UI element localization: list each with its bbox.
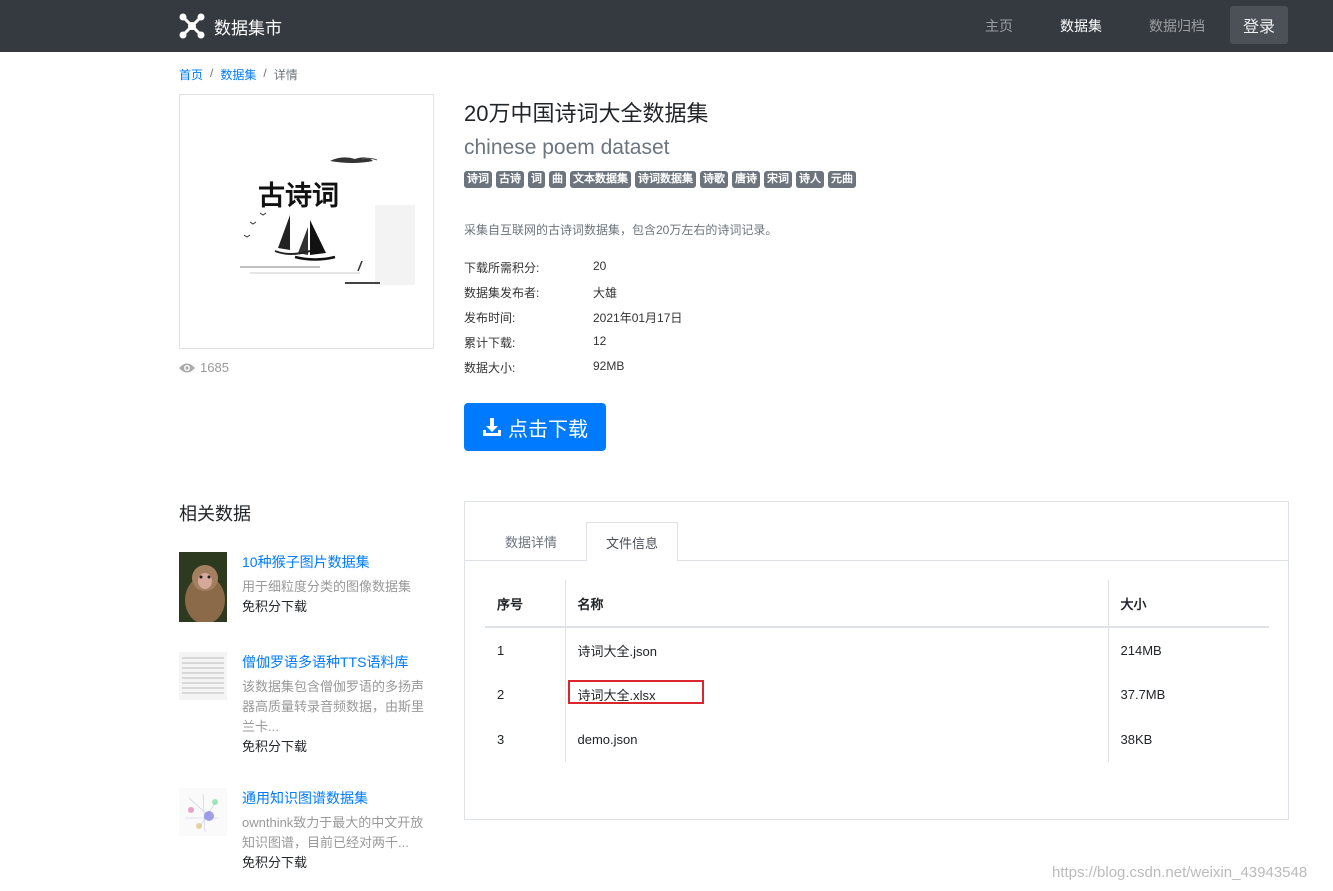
download-icon [483, 418, 501, 436]
dataset-title: 20万中国诗词大全数据集 [464, 101, 709, 126]
tag-badge[interactable]: 诗歌 [700, 171, 728, 188]
view-count-value: 1685 [200, 360, 229, 375]
related-item-tag: 免积分下载 [242, 599, 308, 614]
file-size: 37.7MB [1120, 687, 1166, 702]
brand[interactable]: 数据集市 [179, 12, 282, 40]
dataset-description: 采集自互联网的古诗词数据集，包含20万左右的诗词记录。 [464, 223, 778, 237]
meta-row: 下载所需积分: 20 [464, 259, 682, 284]
monkey-thumbnail[interactable] [179, 552, 227, 622]
related-item-name[interactable]: 通用知识图谱数据集 [242, 788, 432, 808]
tag-badge[interactable]: 宋词 [764, 171, 792, 188]
meta-value: 大雄 [593, 286, 618, 300]
related-title: 相关数据 [179, 504, 251, 524]
related-item-desc: ownthink致力于最大的中文开放知识图谱，目前已经对两千... [242, 815, 424, 850]
tab-data-details[interactable]: 数据详情 [486, 522, 576, 561]
nav-archive[interactable]: 数据归档 [1149, 16, 1205, 36]
related-item[interactable]: 10种猴子图片数据集 用于细粒度分类的图像数据集 免积分下载 [179, 552, 439, 622]
eye-icon [179, 363, 195, 372]
meta-label: 发布时间: [464, 311, 516, 325]
download-button[interactable]: 点击下载 [464, 403, 606, 451]
column-header-size: 大小 [1108, 580, 1269, 628]
tag-badge[interactable]: 诗词数据集 [635, 171, 696, 188]
file-index: 3 [485, 717, 566, 762]
breadcrumb-home[interactable]: 首页 [179, 66, 203, 83]
tag-badge[interactable]: 诗词 [464, 171, 492, 188]
breadcrumb-datasets[interactable]: 数据集 [220, 66, 256, 83]
file-name: 诗词大全.json [565, 627, 1109, 672]
column-header-index: 序号 [485, 580, 566, 628]
login-button[interactable]: 登录 [1230, 6, 1288, 44]
table-row: 1 诗词大全.json 214MB [485, 627, 1269, 672]
table-header-row: 序号 名称 大小 [485, 580, 1269, 628]
file-size: 214MB [1120, 642, 1162, 658]
breadcrumb: 首页 / 数据集 / 详情 [179, 66, 298, 83]
related-item-desc: 用于细粒度分类的图像数据集 [242, 579, 412, 594]
tag-badge[interactable]: 曲 [549, 171, 566, 188]
dataset-subtitle: chinese poem dataset [464, 136, 670, 159]
tag-badge[interactable]: 元曲 [828, 171, 856, 188]
related-item-desc: 该数据集包含僧伽罗语的多扬声器高质量转录音频数据，由斯里兰卡... [242, 679, 425, 734]
column-header-name: 名称 [565, 580, 1109, 628]
related-item-name[interactable]: 僧伽罗语多语种TTS语料库 [242, 652, 432, 672]
related-item[interactable]: 僧伽罗语多语种TTS语料库 该数据集包含僧伽罗语的多扬声器高质量转录音频数据，由… [179, 652, 439, 762]
cover-title-text: 古诗词 [258, 181, 339, 212]
file-size: 38KB [1120, 732, 1153, 747]
tag-badge[interactable]: 文本数据集 [570, 171, 631, 188]
text-document-thumbnail[interactable] [179, 652, 227, 700]
tag-badge[interactable]: 诗人 [796, 171, 824, 188]
file-table: 序号 名称 大小 1 诗词大全.json 214MB 2 诗词大全.xlsx 3… [485, 580, 1269, 762]
nav-datasets[interactable]: 数据集 [1060, 16, 1102, 36]
breadcrumb-separator: / [210, 66, 214, 80]
related-item-tag: 免积分下载 [242, 855, 308, 870]
table-row: 3 demo.json 38KB [485, 717, 1269, 762]
meta-label: 下载所需积分: [464, 261, 540, 275]
meta-value: 2021年01月17日 [593, 311, 683, 325]
related-item-tag: 免积分下载 [242, 739, 308, 754]
dataset-meta: 下载所需积分: 20 数据集发布者: 大雄 发布时间: 2021年01月17日 … [464, 259, 682, 384]
meta-row: 数据大小: 92MB [464, 359, 682, 384]
file-index: 1 [485, 627, 566, 672]
tag-list: 诗词 古诗 词 曲 文本数据集 诗词数据集 诗歌 唐诗 宋词 诗人 元曲 [464, 171, 856, 188]
breadcrumb-current: 详情 [273, 68, 298, 82]
navbar: 数据集市 主页 数据集 数据归档 登录 [0, 0, 1333, 52]
related-item-name[interactable]: 10种猴子图片数据集 [242, 552, 432, 572]
highlight-annotation-box [568, 680, 704, 704]
tag-badge[interactable]: 唐诗 [732, 171, 760, 188]
meta-row: 累计下载: 12 [464, 334, 682, 359]
breadcrumb-separator: / [263, 66, 267, 80]
meta-row: 数据集发布者: 大雄 [464, 284, 682, 309]
meta-value: 92MB [593, 359, 625, 373]
view-count: 1685 [179, 360, 229, 375]
meta-row: 发布时间: 2021年01月17日 [464, 309, 682, 334]
details-panel: 数据详情 文件信息 序号 名称 大小 1 诗词大全.json 214MB 2 诗… [464, 501, 1289, 820]
meta-label: 累计下载: [464, 336, 516, 350]
dataset-cover-image: 古诗词 [179, 94, 434, 349]
tab-file-info[interactable]: 文件信息 [586, 522, 678, 562]
network-logo-icon [179, 13, 205, 39]
file-index: 2 [485, 672, 566, 717]
brand-name: 数据集市 [214, 18, 282, 38]
meta-label: 数据集发布者: [464, 286, 540, 300]
tag-badge[interactable]: 词 [528, 171, 545, 188]
tab-bar: 数据详情 文件信息 [465, 522, 1288, 562]
related-item[interactable]: 通用知识图谱数据集 ownthink致力于最大的中文开放知识图谱，目前已经对两千… [179, 788, 439, 878]
file-name: demo.json [565, 717, 1109, 762]
download-label: 点击下载 [508, 418, 588, 441]
meta-value: 12 [593, 334, 607, 348]
nav-home[interactable]: 主页 [985, 16, 1013, 36]
graph-thumbnail[interactable] [179, 788, 227, 836]
meta-label: 数据大小: [464, 361, 516, 375]
tag-badge[interactable]: 古诗 [496, 171, 524, 188]
watermark-text: https://blog.csdn.net/weixin_43943548 [1052, 864, 1308, 881]
meta-value: 20 [593, 259, 607, 273]
